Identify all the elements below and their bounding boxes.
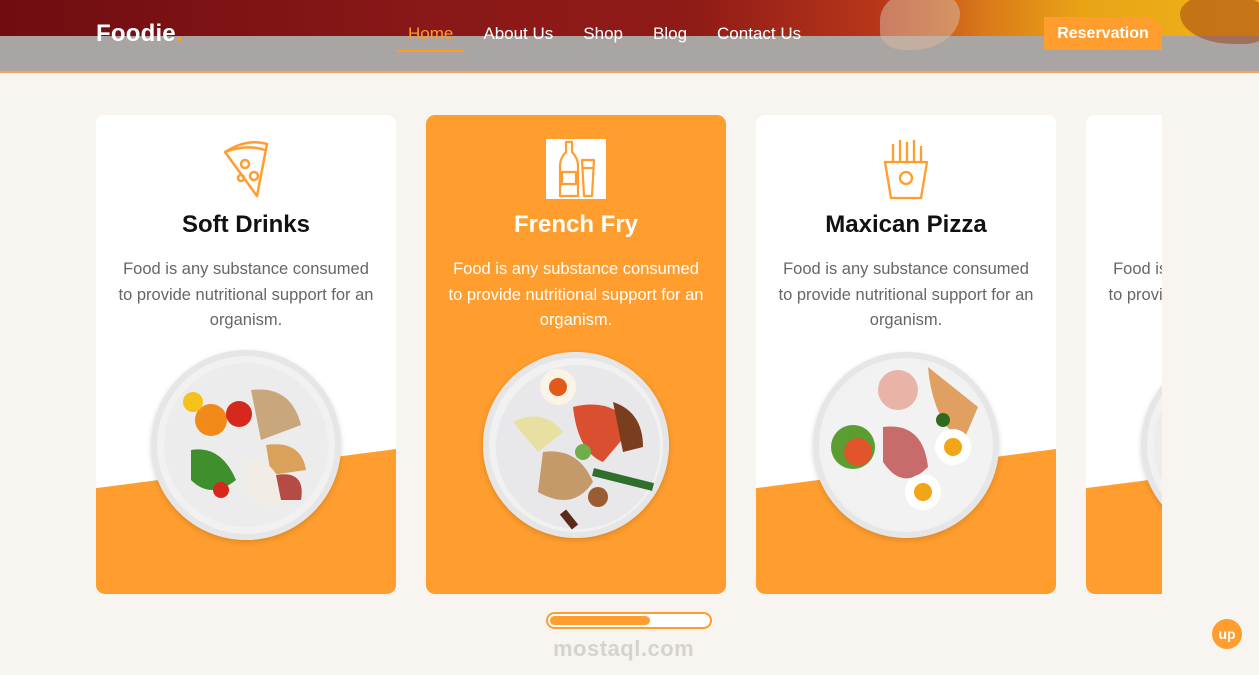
card-title: French Fry	[513, 211, 639, 238]
card-description: Food is any substance consumed to provid…	[118, 260, 374, 329]
nav-about-us[interactable]: About Us	[472, 22, 564, 52]
watermark-text: mostaql.com	[553, 636, 695, 661]
food-plate-image	[813, 352, 999, 538]
carousel-progress-bar[interactable]	[546, 612, 712, 629]
scroll-to-top-button[interactable]: up	[1212, 619, 1242, 649]
card-title: Maxican Pizza	[825, 211, 987, 238]
logo-dot: .	[175, 20, 183, 47]
main-nav: Home About Us Shop Blog Contact Us	[397, 22, 820, 52]
card-title: Soft Drinks	[181, 211, 310, 238]
logo-text: Foodie	[96, 20, 176, 47]
nav-blog[interactable]: Blog	[642, 22, 698, 52]
fries-icon	[876, 139, 936, 200]
pizza-slice-icon	[216, 139, 276, 199]
food-card-featured[interactable]: French Fry Food is any substance consume…	[426, 115, 726, 594]
food-card[interactable]: Soft Drinks Food is any substance consum…	[96, 115, 396, 594]
card-description: Food is any substance consumed to provid…	[778, 260, 1034, 329]
food-plate-image	[151, 350, 341, 540]
carousel-progress-fill	[550, 616, 650, 625]
card-description: Food is any substance consumed to provid…	[1108, 260, 1163, 304]
food-carousel: Soft Drinks Food is any substance consum…	[96, 115, 1162, 595]
nav-shop[interactable]: Shop	[572, 22, 634, 52]
nav-contact-us[interactable]: Contact Us	[706, 22, 812, 52]
reservation-button[interactable]: Reservation	[1044, 17, 1162, 50]
food-plate-image	[483, 352, 669, 538]
food-card[interactable]: Maxican Pizza Food is any substance cons…	[756, 115, 1056, 594]
food-card[interactable]: Food is any substance consumed to provid…	[1086, 115, 1162, 594]
card-description: Food is any substance consumed to provid…	[448, 260, 704, 329]
site-logo[interactable]: Foodie.	[96, 20, 183, 48]
site-header: Foodie. Home About Us Shop Blog Contact …	[0, 0, 1259, 73]
bottles-icon	[546, 139, 606, 199]
nav-home[interactable]: Home	[397, 22, 465, 52]
